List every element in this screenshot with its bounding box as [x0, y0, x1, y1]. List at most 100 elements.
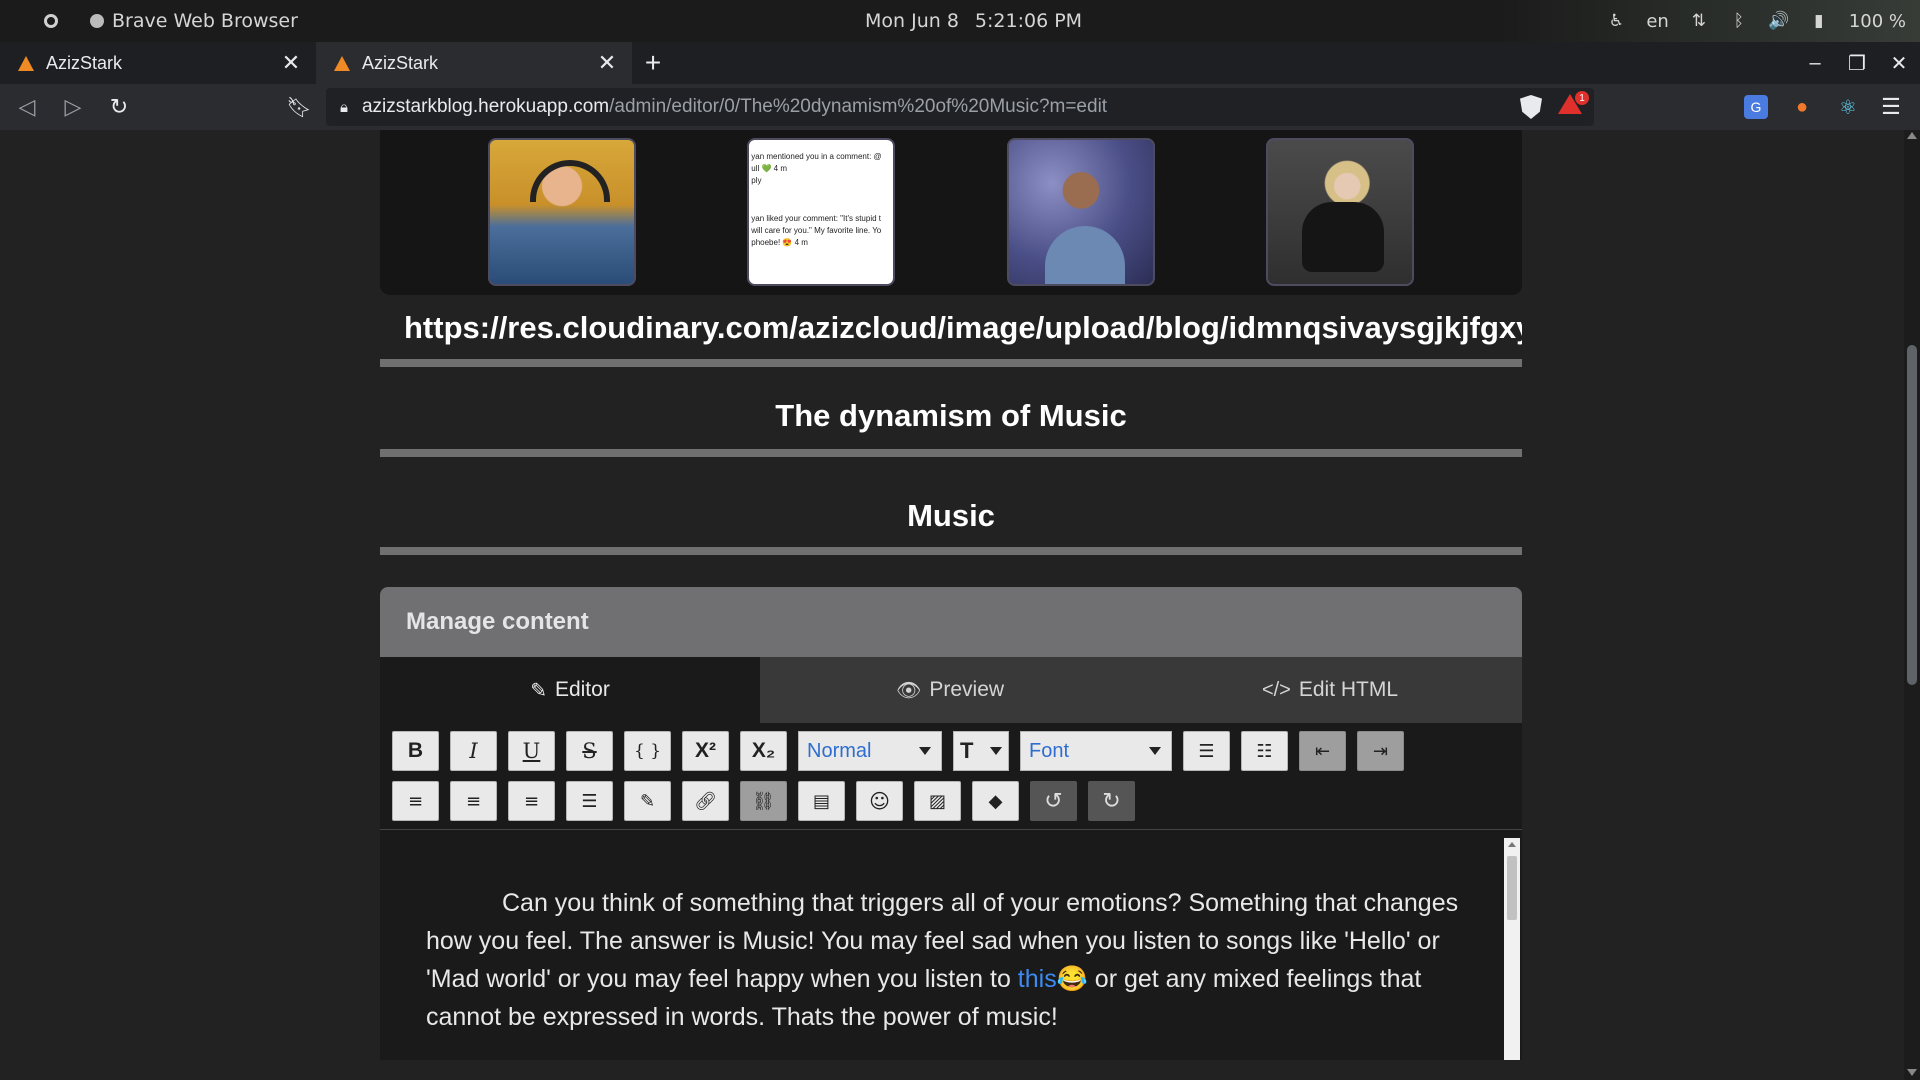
page-scrollbar[interactable]: [1904, 130, 1920, 1080]
accessibility-icon[interactable]: ♿: [1606, 11, 1626, 31]
admin-editor-page: yan mentioned you in a comment: @ ull 💚 …: [380, 130, 1522, 1060]
post-title-value: The dynamism of Music: [775, 398, 1127, 433]
brave-shields-icon[interactable]: [1520, 95, 1542, 119]
tab-close-icon[interactable]: ✕: [596, 50, 618, 76]
tab-edit-html-label: Edit HTML: [1298, 678, 1399, 701]
translate-extension-icon[interactable]: G: [1744, 95, 1768, 119]
activities-button[interactable]: [34, 4, 68, 38]
code-block-button[interactable]: { }: [624, 731, 671, 771]
tab-preview-label: Preview: [929, 678, 1005, 701]
remove-link-button[interactable]: ⛓: [740, 781, 787, 821]
laughing-emoji: 😂: [1056, 965, 1088, 993]
battery-percentage: 100 %: [1848, 10, 1906, 32]
chevron-down-icon: [919, 747, 931, 755]
align-right-button[interactable]: ≡: [508, 781, 555, 821]
code-icon: </>: [1261, 678, 1291, 701]
insert-image-button[interactable]: ▨: [914, 781, 961, 821]
redo-button[interactable]: ↻: [1088, 781, 1135, 821]
clear-format-button[interactable]: ◆: [972, 781, 1019, 821]
embed-button[interactable]: ▤: [798, 781, 845, 821]
browser-tab-2[interactable]: AzizStark ✕: [316, 42, 632, 84]
lock-icon[interactable]: 🔒︎: [340, 99, 348, 116]
outdent-button[interactable]: ⇤: [1299, 731, 1346, 771]
bullet-list-icon: ☰: [1198, 740, 1215, 762]
post-title-input[interactable]: The dynamism of Music: [380, 367, 1522, 457]
back-button[interactable]: ◁: [8, 88, 46, 126]
scroll-up-icon[interactable]: [1907, 132, 1917, 139]
underline-button[interactable]: U: [508, 731, 555, 771]
gallery-image-boy-headphones[interactable]: [487, 138, 636, 286]
post-category-input[interactable]: Music: [380, 457, 1522, 555]
scroll-up-icon[interactable]: [1508, 842, 1516, 847]
image-icon: ▨: [928, 790, 946, 812]
editor-link[interactable]: this: [1018, 965, 1057, 993]
numbered-list-button[interactable]: ☷: [1241, 731, 1288, 771]
minimize-button[interactable]: –: [1794, 42, 1836, 84]
justify-button[interactable]: ☰: [566, 781, 613, 821]
bookmark-button[interactable]: 🔖︎: [280, 88, 318, 126]
tab-edit-html[interactable]: </> Edit HTML: [1140, 657, 1520, 723]
undo-button[interactable]: ↺: [1030, 781, 1077, 821]
italic-button[interactable]: I: [450, 731, 497, 771]
font-family-select[interactable]: Font: [1020, 731, 1172, 771]
editor-text[interactable]: Can you think of something that triggers…: [380, 838, 1502, 1060]
browser-menu-button[interactable]: ☰: [1872, 88, 1910, 126]
new-tab-button[interactable]: +: [632, 42, 674, 84]
tab-close-icon[interactable]: ✕: [280, 50, 302, 76]
system-tray[interactable]: ♿ en ⇅ ᛒ 🔊 ▮ 100 %: [1606, 0, 1906, 42]
brave-app-icon: [90, 14, 104, 28]
clock[interactable]: Mon Jun 8 5:21:06 PM: [865, 0, 1082, 42]
tab-title: AzizStark: [46, 52, 123, 73]
font-size-select[interactable]: T: [953, 731, 1009, 771]
editor-scrollbar[interactable]: [1504, 838, 1520, 1060]
app-menu[interactable]: Brave Web Browser: [90, 10, 298, 32]
superscript-button[interactable]: X²: [682, 731, 729, 771]
tab-preview[interactable]: 👁 Preview: [760, 657, 1140, 723]
image-url-input[interactable]: https://res.cloudinary.com/azizcloud/ima…: [380, 297, 1522, 367]
smiley-icon: ☺: [869, 789, 890, 813]
page-scroll-thumb[interactable]: [1907, 345, 1917, 685]
scroll-down-icon[interactable]: [1907, 1069, 1917, 1076]
editor-scroll-thumb[interactable]: [1507, 856, 1517, 920]
language-indicator[interactable]: en: [1646, 11, 1668, 32]
reload-icon: ↻: [109, 94, 129, 119]
gallery-image-woman-sitting[interactable]: [1266, 138, 1415, 286]
link-icon: 🔗︎: [694, 790, 717, 812]
url-host: azizstarkblog.herokuapp.com: [361, 96, 610, 117]
bullet-list-button[interactable]: ☰: [1183, 731, 1230, 771]
browser-tab-1[interactable]: AzizStark ✕: [0, 42, 316, 84]
clock-time: 5:21:06 PM: [974, 10, 1083, 32]
tab-editor[interactable]: ✎ Editor: [380, 657, 760, 723]
emoji-button[interactable]: ☺: [856, 781, 903, 821]
heading-select[interactable]: Normal: [798, 731, 942, 771]
text-color-button[interactable]: ✎: [624, 781, 671, 821]
bold-icon: B: [407, 739, 424, 762]
numbered-list-icon: ☷: [1256, 740, 1273, 762]
restore-button[interactable]: ❐: [1836, 42, 1878, 84]
address-bar[interactable]: 🔒︎ azizstarkblog.herokuapp.com/admin/edi…: [326, 88, 1594, 126]
panel-heading: Manage content: [406, 608, 589, 635]
mouse-extension-icon[interactable]: ●: [1790, 95, 1814, 119]
gallery-image-notification-screenshot[interactable]: yan mentioned you in a comment: @ ull 💚 …: [747, 138, 896, 286]
strikethrough-button[interactable]: S: [566, 731, 613, 771]
close-window-button[interactable]: ✕: [1878, 42, 1920, 84]
indent-button[interactable]: ⇥: [1357, 731, 1404, 771]
os-top-bar: Brave Web Browser Mon Jun 8 5:21:06 PM ♿…: [0, 0, 1920, 42]
insert-link-button[interactable]: 🔗︎: [682, 781, 729, 821]
react-devtools-icon[interactable]: ⚛: [1836, 95, 1860, 119]
outdent-icon: ⇤: [1314, 740, 1331, 762]
bold-button[interactable]: B: [392, 731, 439, 771]
align-left-button[interactable]: ≡: [392, 781, 439, 821]
eye-icon: 👁: [895, 679, 922, 702]
edit-icon: ✎: [530, 679, 547, 702]
brave-rewards-icon[interactable]: 1: [1558, 90, 1590, 118]
align-center-button[interactable]: ≡: [450, 781, 497, 821]
reload-button[interactable]: ↻: [100, 88, 138, 126]
subscript-button[interactable]: X₂: [740, 731, 787, 771]
text-size-icon: T: [960, 738, 974, 763]
forward-button[interactable]: ▷: [54, 88, 92, 126]
notification-line: will care for you." My favorite line. Yo: [751, 226, 882, 235]
editor-content-area[interactable]: Can you think of something that triggers…: [380, 830, 1522, 1060]
volume-icon: 🔊: [1768, 11, 1790, 31]
gallery-image-man-on-phone[interactable]: [1006, 138, 1155, 286]
